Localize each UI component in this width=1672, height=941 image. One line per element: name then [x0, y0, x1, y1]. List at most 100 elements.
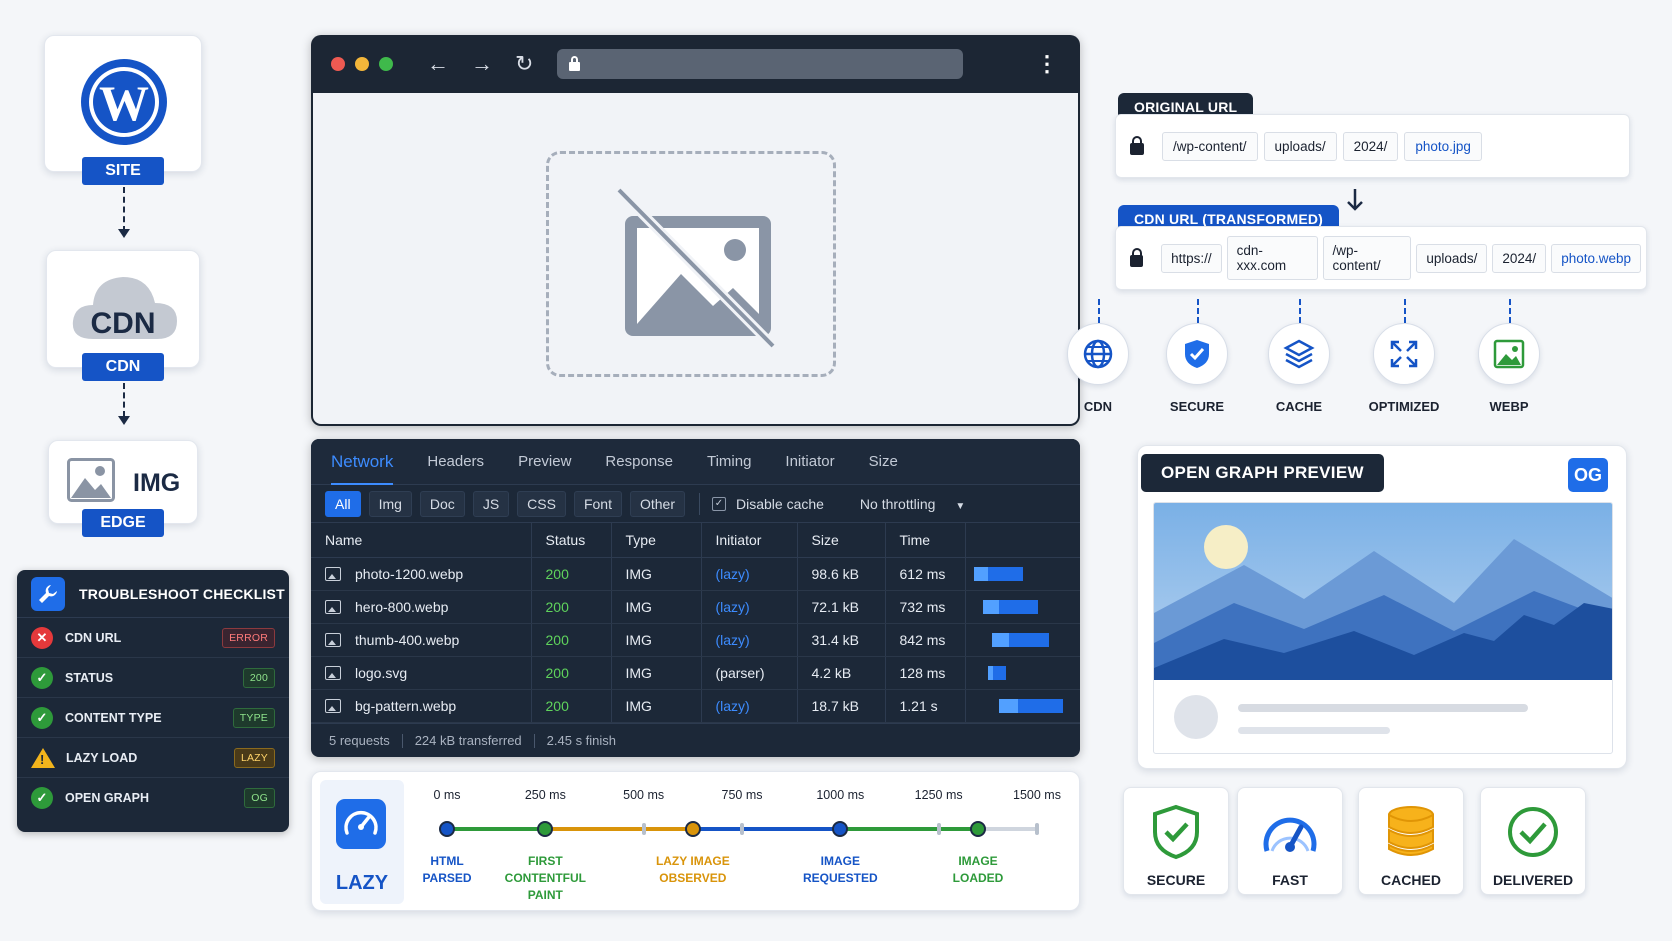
filter-font[interactable]: Font	[573, 490, 622, 517]
timeline-tick-label: 0 ms	[433, 788, 461, 802]
tab-response[interactable]: Response	[605, 453, 673, 470]
column-header-type[interactable]: Type	[611, 523, 702, 558]
request-time: 612 ms	[885, 557, 966, 591]
request-name: thumb-400.webp	[311, 623, 532, 657]
checklist-item: ✕ CDN URL ERROR	[17, 618, 289, 658]
column-header-name[interactable]: Name	[311, 523, 532, 558]
url-segment: https://	[1161, 243, 1222, 273]
request-initiator: (lazy)	[701, 623, 798, 657]
timeline-segment	[545, 827, 693, 831]
column-header-initiator[interactable]: Initiator	[701, 523, 798, 558]
shield-check-icon	[1166, 323, 1228, 385]
timeline-tick-label: 250 ms	[524, 788, 566, 802]
badge-label: SECURE	[1146, 872, 1206, 888]
event-line: FIRST	[527, 854, 563, 868]
lock-icon	[569, 55, 581, 71]
checklist-item-badge: TYPE	[232, 707, 275, 728]
disable-cache-checkbox[interactable]: ✓	[711, 496, 726, 511]
checklist-item: ! LAZY LOAD LAZY	[17, 738, 289, 778]
request-name-text: bg-pattern.webp	[355, 697, 457, 714]
close-window-button[interactable]	[331, 57, 345, 71]
filter-img[interactable]: Img	[368, 490, 412, 517]
table-row[interactable]: bg-pattern.webp 200 IMG (lazy) 18.7 kB 1.21 s	[311, 689, 1080, 723]
tab-headers[interactable]: Headers	[427, 453, 484, 470]
timeline-event-marker	[970, 821, 986, 837]
timeline-tick-mark	[641, 823, 646, 835]
url-segment: /wp-content/	[1322, 236, 1412, 280]
original-url-box: /wp-content/uploads/2024/photo.jpg	[1115, 114, 1630, 178]
filter-js[interactable]: JS	[472, 490, 510, 517]
stack-connector	[123, 383, 125, 417]
feature-label: CDN	[1083, 399, 1113, 414]
tab-size[interactable]: Size	[869, 453, 898, 470]
feature-label: SECURE	[1169, 399, 1225, 414]
footer-divider	[533, 733, 535, 748]
error-icon: ✕	[31, 626, 53, 649]
checklist-item: ✓ CONTENT TYPE TYPE	[17, 698, 289, 738]
img-edge-card: IMG EDGE	[48, 440, 198, 537]
checklist-item-label: LAZY LOAD	[66, 750, 138, 765]
request-time: 842 ms	[885, 623, 966, 657]
broken-image-placeholder	[546, 151, 836, 377]
footer-stat: 5 requests	[329, 733, 390, 748]
waterfall-bar	[973, 566, 1023, 581]
kebab-menu-icon[interactable]: ⋮	[1036, 51, 1058, 77]
checklist-item: ✓ STATUS 200	[17, 658, 289, 698]
reload-icon[interactable]: ↻	[515, 51, 533, 77]
timeline-event-marker	[537, 821, 554, 837]
forward-arrow-icon[interactable]: →	[471, 51, 493, 77]
table-row[interactable]: thumb-400.webp 200 IMG (lazy) 31.4 kB 842 ms	[311, 623, 1080, 657]
filter-doc[interactable]: Doc	[419, 490, 465, 517]
badge-secure: SECURE	[1123, 787, 1229, 895]
event-line: PARSED	[422, 871, 472, 885]
check-icon: ✓	[31, 666, 53, 689]
table-row[interactable]: logo.svg 200 IMG (parser) 4.2 kB 128 ms	[311, 656, 1080, 690]
timeline-tick-label: 500 ms	[623, 788, 665, 802]
feature-optimized: OPTIMIZED	[1349, 299, 1459, 414]
broken-image-icon	[617, 188, 777, 348]
feature-label: CACHE	[1275, 399, 1323, 414]
checklist-item-badge: LAZY	[233, 747, 275, 768]
filter-other[interactable]: Other	[629, 490, 685, 517]
badge-fast: FAST	[1237, 787, 1343, 895]
checklist-item: ✓ OPEN GRAPH OG	[17, 778, 289, 818]
img-text: IMG	[133, 469, 181, 497]
filter-all[interactable]: All	[325, 490, 361, 517]
tab-network[interactable]: Network	[331, 452, 394, 485]
timeline-event-label: IMAGE REQUESTED	[803, 853, 878, 887]
network-summary: 5 requests 224 kB transferred 2.45 s finis…	[311, 723, 1080, 757]
tab-timing[interactable]: Timing	[707, 453, 751, 470]
column-header-size[interactable]: Size	[797, 523, 886, 558]
globe-icon	[1067, 323, 1129, 385]
minimize-window-button[interactable]	[355, 57, 369, 71]
address-bar[interactable]	[557, 49, 964, 79]
table-row[interactable]: photo-1200.webp 200 IMG (lazy) 98.6 kB 612 ms	[311, 557, 1080, 591]
filter-css[interactable]: CSS	[517, 490, 566, 517]
throttling-select[interactable]: No throttling ▼	[860, 496, 965, 512]
column-header-status[interactable]: Status	[531, 523, 612, 558]
table-row[interactable]: hero-800.webp 200 IMG (lazy) 72.1 kB 732 ms	[311, 590, 1080, 624]
timeline-tick-mark	[936, 823, 941, 835]
shield-check-icon	[1124, 802, 1228, 862]
site-label: SITE	[82, 157, 164, 185]
tab-preview[interactable]: Preview	[518, 453, 571, 470]
maximize-window-button[interactable]	[379, 57, 393, 71]
lock-icon	[1130, 135, 1144, 155]
image-file-icon	[325, 599, 341, 614]
timeline-event-label: LAZY IMAGE OBSERVED	[656, 853, 730, 887]
check-circle-icon	[1481, 802, 1585, 862]
tab-initiator[interactable]: Initiator	[785, 453, 834, 470]
image-file-icon	[325, 566, 341, 581]
disable-cache-label: Disable cache	[735, 495, 824, 512]
page-viewport	[313, 93, 1078, 424]
og-card	[1153, 502, 1613, 754]
timeline-event-marker	[439, 821, 455, 837]
back-arrow-icon[interactable]: ←	[427, 51, 449, 77]
check-icon: ✓	[31, 787, 53, 809]
waterfall-bar	[987, 665, 1006, 680]
og-description-placeholder	[1238, 727, 1390, 734]
timeline-segment	[840, 827, 978, 831]
column-header-waterfall[interactable]	[965, 523, 1080, 558]
timeline-segment	[692, 827, 841, 831]
column-header-time[interactable]: Time	[885, 523, 966, 558]
